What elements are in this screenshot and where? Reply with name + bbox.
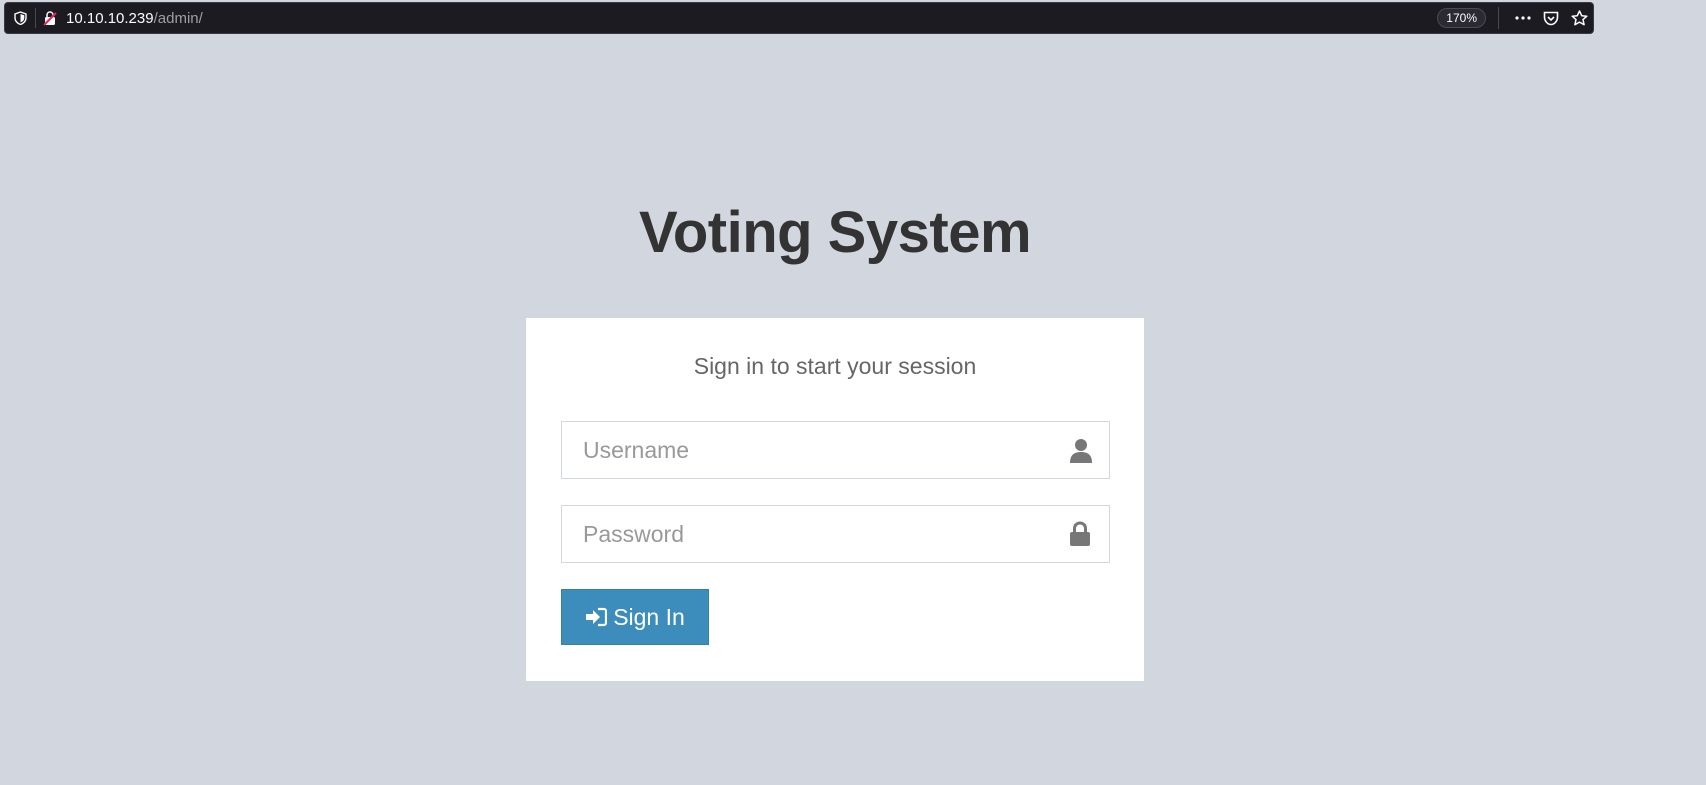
browser-toolbar: 10.10.10.239/admin/ 170% [0,0,1706,38]
insecure-lock-icon[interactable] [36,3,64,33]
user-icon [1066,435,1096,465]
lock-icon [1065,519,1095,549]
tracking-protection-icon[interactable] [5,3,35,33]
bookmark-star-icon[interactable] [1565,4,1593,32]
divider [1498,7,1499,29]
login-message: Sign in to start your session [693,353,977,379]
password-input[interactable] [561,505,1110,563]
url-text[interactable]: 10.10.10.239/admin/ [66,10,203,27]
sign-in-label: Sign In [613,603,685,630]
username-input[interactable] [561,421,1110,479]
url-host: 10.10.10.239 [66,9,154,27]
sign-in-button[interactable]: Sign In [561,589,709,645]
pocket-icon[interactable] [1537,4,1565,32]
login-box: Sign in to start your session Sign In [526,318,1144,681]
zoom-level-badge[interactable]: 170% [1437,8,1486,28]
address-bar[interactable]: 10.10.10.239/admin/ 170% [4,2,1594,34]
url-path: /admin/ [153,9,203,27]
more-actions-icon[interactable] [1509,4,1537,32]
sign-in-icon [585,607,608,627]
page-title: Voting System [638,200,1032,265]
